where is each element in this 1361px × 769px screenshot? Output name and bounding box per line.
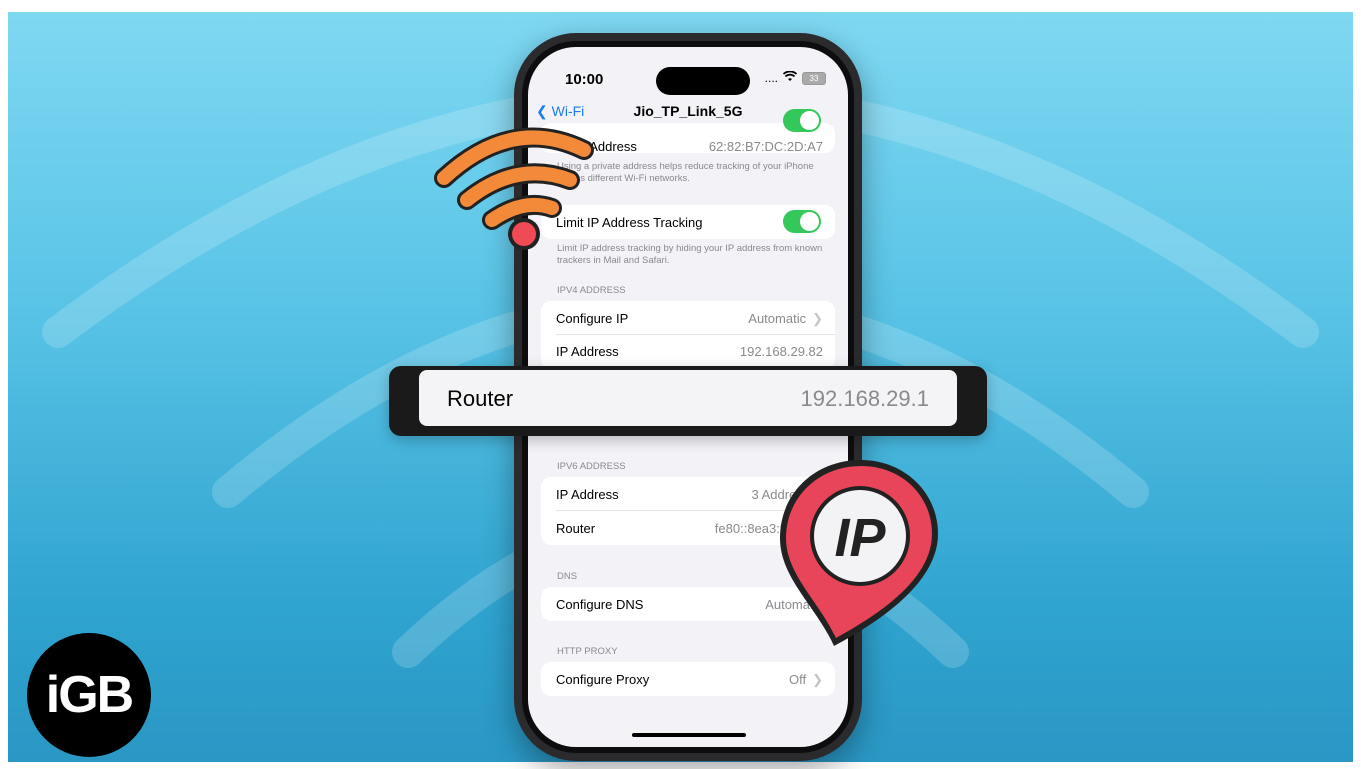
private-address-footnote: Using a private address helps reduce tra… <box>557 161 814 184</box>
ipv6-address-label: IP Address <box>556 487 619 502</box>
configure-ip-value: Automatic ❯ <box>748 311 823 327</box>
ipv4-group: Configure IP Automatic ❯ IP Address 192.1… <box>541 301 835 369</box>
chevron-right-icon: ❯ <box>812 672 823 687</box>
router-ip-value: 192.168.29.1 <box>800 386 929 411</box>
private-address-toggle[interactable] <box>783 109 821 132</box>
ipv4-address-label: IP Address <box>556 344 619 359</box>
ip-pin-text: IP <box>834 508 886 568</box>
ipv6-section-header: IPV6 ADDRESS <box>557 461 626 472</box>
router-callout-card: Router 192.168.29.1 <box>419 370 957 426</box>
router-label: Router <box>447 386 514 411</box>
wifi-signal-icon <box>782 70 798 85</box>
dynamic-island <box>656 67 750 95</box>
igb-logo: iGB <box>27 633 151 757</box>
cellular-signal-icon: .... <box>764 71 778 85</box>
ipv4-section-header: IPV4 ADDRESS <box>557 285 626 296</box>
limit-ip-footnote: Limit IP address tracking by hiding your… <box>557 243 823 266</box>
canvas: 10:00 .... 33 ❮ Wi-Fi Jio_TP_Link_5G Wi-… <box>0 0 1361 769</box>
igb-logo-text: iGB <box>45 666 134 724</box>
ipv6-router-label: Router <box>556 521 596 536</box>
proxy-section-header: HTTP PROXY <box>557 646 618 657</box>
ip-location-pin-icon: IP <box>776 456 946 656</box>
configure-proxy-row[interactable]: Configure Proxy Off ❯ <box>556 672 823 687</box>
toggle-knob <box>800 212 819 231</box>
limit-ip-toggle[interactable] <box>783 210 821 233</box>
ipv4-address-row: IP Address 192.168.29.82 <box>556 344 823 359</box>
dns-section-header: DNS <box>557 571 578 582</box>
battery-icon: 33 <box>802 71 826 85</box>
configure-dns-label: Configure DNS <box>556 597 644 612</box>
ipv4-address-value: 192.168.29.82 <box>739 344 823 359</box>
wifi-signal-illustration-icon <box>432 120 597 260</box>
status-icons: .... 33 <box>764 70 826 85</box>
proxy-group: Configure Proxy Off ❯ <box>541 662 835 696</box>
chevron-right-icon: ❯ <box>812 311 823 326</box>
configure-proxy-value: Off ❯ <box>789 672 823 688</box>
status-time: 10:00 <box>565 71 604 88</box>
wifi-address-value: 62:82:B7:DC:2D:A7 <box>708 139 823 154</box>
router-callout: Router 192.168.29.1 <box>389 366 987 436</box>
configure-ip-label: Configure IP <box>556 311 629 326</box>
configure-proxy-label: Configure Proxy <box>556 672 650 687</box>
configure-ip-row[interactable]: Configure IP Automatic ❯ <box>556 311 823 326</box>
home-indicator <box>632 733 746 737</box>
configure-proxy-value-text: Off <box>788 672 807 687</box>
configure-ip-value-text: Automatic <box>748 311 807 326</box>
toggle-knob <box>800 111 819 130</box>
row-divider <box>556 334 835 335</box>
